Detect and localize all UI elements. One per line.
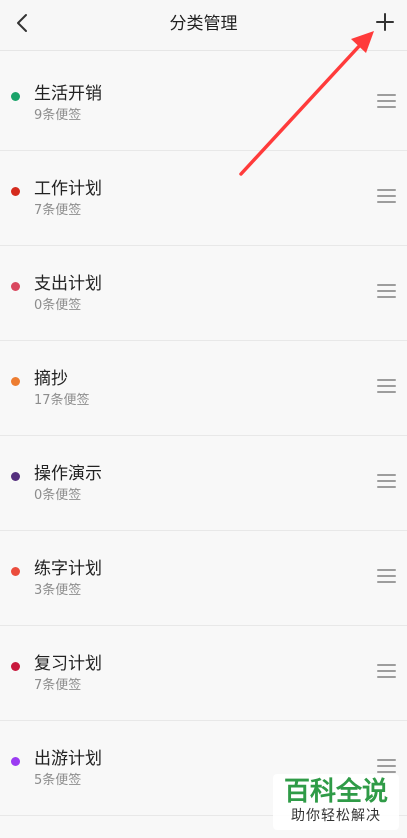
list-item[interactable]: 支出计划 0条便签 [0, 246, 407, 341]
category-color-dot [11, 92, 20, 101]
category-count: 7条便签 [34, 678, 82, 693]
plus-icon [376, 13, 394, 31]
category-count: 0条便签 [34, 488, 82, 503]
category-name: 出游计划 [34, 749, 102, 769]
category-name: 工作计划 [34, 179, 102, 199]
watermark-main-text: 百科全说 [283, 777, 388, 807]
category-count: 7条便签 [34, 203, 82, 218]
list-item[interactable]: 复习计划 7条便签 [0, 626, 407, 721]
drag-handle-icon[interactable] [377, 474, 396, 488]
category-color-dot [11, 662, 20, 671]
category-count: 5条便签 [34, 773, 82, 788]
list-item[interactable]: 操作演示 0条便签 [0, 436, 407, 531]
category-name: 复习计划 [34, 654, 102, 674]
drag-handle-icon[interactable] [377, 569, 396, 583]
drag-handle-icon[interactable] [377, 189, 396, 203]
category-color-dot [11, 757, 20, 766]
category-name: 练字计划 [34, 559, 102, 579]
category-count: 0条便签 [34, 298, 82, 313]
category-name: 支出计划 [34, 274, 102, 294]
category-list: 生活开销 9条便签 工作计划 7条便签 支出计划 0条便签 摘抄 17条便签 操… [0, 56, 407, 816]
category-name: 生活开销 [34, 84, 102, 104]
page-title: 分类管理 [169, 14, 238, 34]
category-color-dot [11, 472, 20, 481]
add-category-button[interactable] [373, 10, 397, 34]
list-item[interactable]: 练字计划 3条便签 [0, 531, 407, 626]
category-color-dot [11, 377, 20, 386]
drag-handle-icon[interactable] [377, 759, 396, 773]
watermark-logo: 百科全说 助你轻松解决 [273, 774, 399, 830]
drag-handle-icon[interactable] [377, 284, 396, 298]
drag-handle-icon[interactable] [377, 94, 396, 108]
category-count: 17条便签 [34, 393, 90, 408]
list-item[interactable]: 生活开销 9条便签 [0, 56, 407, 151]
list-item[interactable]: 工作计划 7条便签 [0, 151, 407, 246]
top-bar: 分类管理 [0, 0, 407, 51]
drag-handle-icon[interactable] [377, 664, 396, 678]
category-name: 操作演示 [34, 464, 102, 484]
category-count: 9条便签 [34, 108, 82, 123]
watermark-sub-text: 助你轻松解决 [291, 808, 381, 824]
drag-handle-icon[interactable] [377, 379, 396, 393]
category-name: 摘抄 [34, 369, 68, 389]
category-color-dot [11, 282, 20, 291]
list-item[interactable]: 摘抄 17条便签 [0, 341, 407, 436]
category-count: 3条便签 [34, 583, 82, 598]
category-color-dot [11, 187, 20, 196]
category-management-screen: 分类管理 生活开销 9条便签 工作计划 7条便签 支出计划 0条便签 摘抄 17… [0, 0, 407, 838]
category-color-dot [11, 567, 20, 576]
